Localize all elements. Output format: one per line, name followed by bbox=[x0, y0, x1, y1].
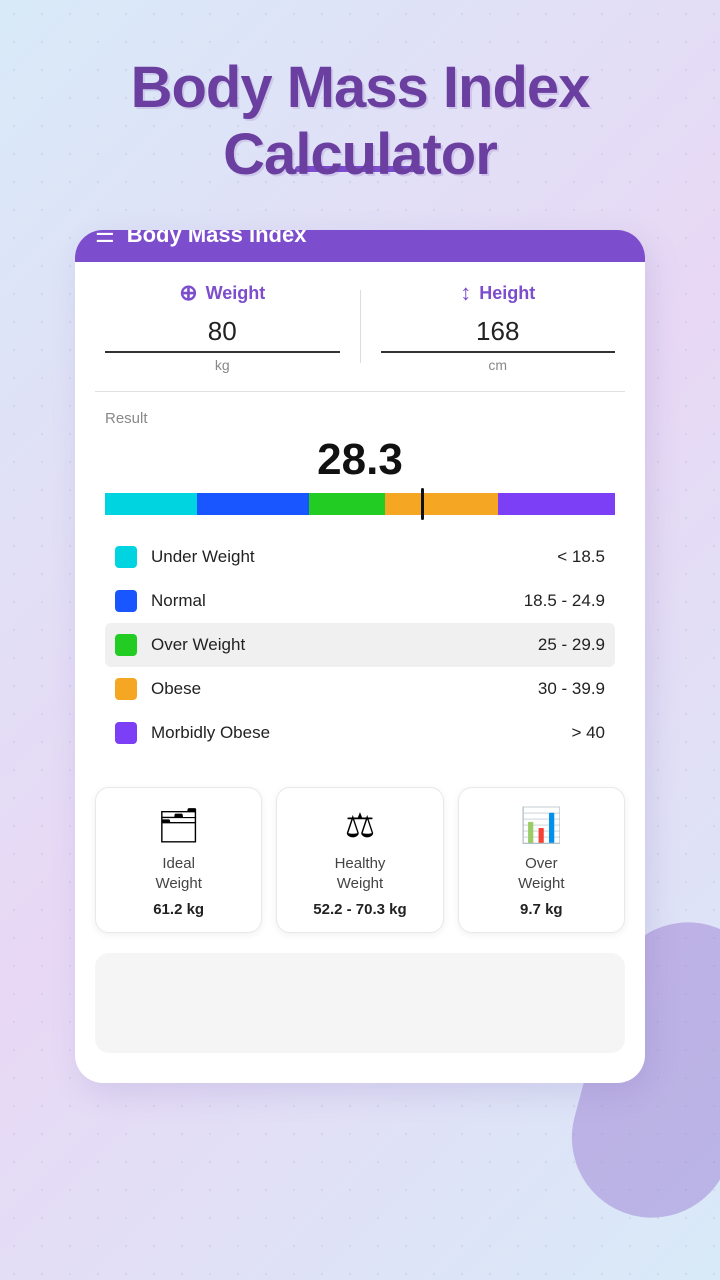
info-card-icon-2: 📊 bbox=[520, 806, 562, 846]
bmi-bar-segment-0 bbox=[105, 493, 197, 515]
info-card-0: 🗂 Ideal Weight 61.2 kg bbox=[95, 787, 262, 933]
info-cards-row: 🗂 Ideal Weight 61.2 kg ⚖ Healthy Weight 52.2 … bbox=[75, 771, 645, 943]
legend-item-4: Morbidly Obese > 40 bbox=[105, 711, 615, 755]
legend-range-1: 18.5 - 24.9 bbox=[524, 591, 605, 611]
bmi-bar-segment-1 bbox=[197, 493, 309, 515]
bmi-bar-segment-3 bbox=[385, 493, 497, 515]
legend-dot-1 bbox=[115, 590, 137, 612]
bottom-placeholder bbox=[95, 953, 625, 1053]
info-card-1: ⚖ Healthy Weight 52.2 - 70.3 kg bbox=[276, 787, 443, 933]
height-unit: cm bbox=[488, 357, 507, 373]
legend-name-1: Normal bbox=[151, 591, 510, 611]
height-input-group: ↕ Height 168 cm bbox=[381, 280, 616, 373]
info-card-value-0: 61.2 kg bbox=[153, 901, 204, 918]
bmi-bar bbox=[105, 493, 615, 515]
height-label: ↕ Height bbox=[460, 280, 535, 306]
legend-dot-3 bbox=[115, 678, 137, 700]
legend-range-3: 30 - 39.9 bbox=[538, 679, 605, 699]
legend-range-0: < 18.5 bbox=[557, 547, 605, 567]
legend-range-2: 25 - 29.9 bbox=[538, 635, 605, 655]
info-card-value-1: 52.2 - 70.3 kg bbox=[313, 901, 406, 918]
card-header: ☰ Body Mass Index bbox=[75, 230, 645, 262]
legend-item-2: Over Weight 25 - 29.9 bbox=[105, 623, 615, 667]
legend-name-2: Over Weight bbox=[151, 635, 524, 655]
legend-name-0: Under Weight bbox=[151, 547, 543, 567]
weight-value[interactable]: 80 bbox=[105, 316, 340, 353]
weight-label: ⊕ Weight bbox=[179, 280, 265, 306]
weight-icon: ⊕ bbox=[179, 280, 197, 306]
legend-item-3: Obese 30 - 39.9 bbox=[105, 667, 615, 711]
bmi-bar-segment-2 bbox=[309, 493, 386, 515]
result-section: Result 28.3 Under Weight < 18.5 Normal 18.5… bbox=[75, 400, 645, 771]
weight-unit: kg bbox=[215, 357, 230, 373]
bmi-value: 28.3 bbox=[105, 435, 615, 485]
bmi-card: ☰ Body Mass Index ⊕ Weight 80 kg ↕ Heigh… bbox=[75, 230, 645, 1083]
card-header-title: Body Mass Index bbox=[127, 230, 307, 248]
legend-name-3: Obese bbox=[151, 679, 524, 699]
legend-name-4: Morbidly Obese bbox=[151, 723, 557, 743]
bmi-bar-segment-4 bbox=[498, 493, 615, 515]
weight-input-group: ⊕ Weight 80 kg bbox=[105, 280, 340, 373]
info-card-value-2: 9.7 kg bbox=[520, 901, 563, 918]
inputs-row: ⊕ Weight 80 kg ↕ Height 168 cm bbox=[75, 262, 645, 383]
menu-icon: ☰ bbox=[95, 230, 115, 248]
info-card-title-1: Healthy Weight bbox=[335, 854, 386, 893]
legend-dot-2 bbox=[115, 634, 137, 656]
info-card-icon-0: 🗂 bbox=[157, 806, 200, 846]
legend-list: Under Weight < 18.5 Normal 18.5 - 24.9 Over … bbox=[105, 535, 615, 755]
info-card-title-0: Ideal Weight bbox=[155, 854, 201, 893]
bmi-indicator bbox=[421, 488, 424, 520]
height-value[interactable]: 168 bbox=[381, 316, 616, 353]
result-label: Result bbox=[105, 410, 615, 427]
legend-dot-4 bbox=[115, 722, 137, 744]
legend-range-4: > 40 bbox=[571, 723, 605, 743]
legend-item-0: Under Weight < 18.5 bbox=[105, 535, 615, 579]
height-icon: ↕ bbox=[460, 280, 471, 306]
info-card-icon-1: ⚖ bbox=[345, 806, 375, 846]
legend-item-1: Normal 18.5 - 24.9 bbox=[105, 579, 615, 623]
info-card-2: 📊 Over Weight 9.7 kg bbox=[458, 787, 625, 933]
page-title: Body Mass Index Calculator bbox=[71, 55, 650, 188]
legend-dot-0 bbox=[115, 546, 137, 568]
info-card-title-2: Over Weight bbox=[518, 854, 564, 893]
